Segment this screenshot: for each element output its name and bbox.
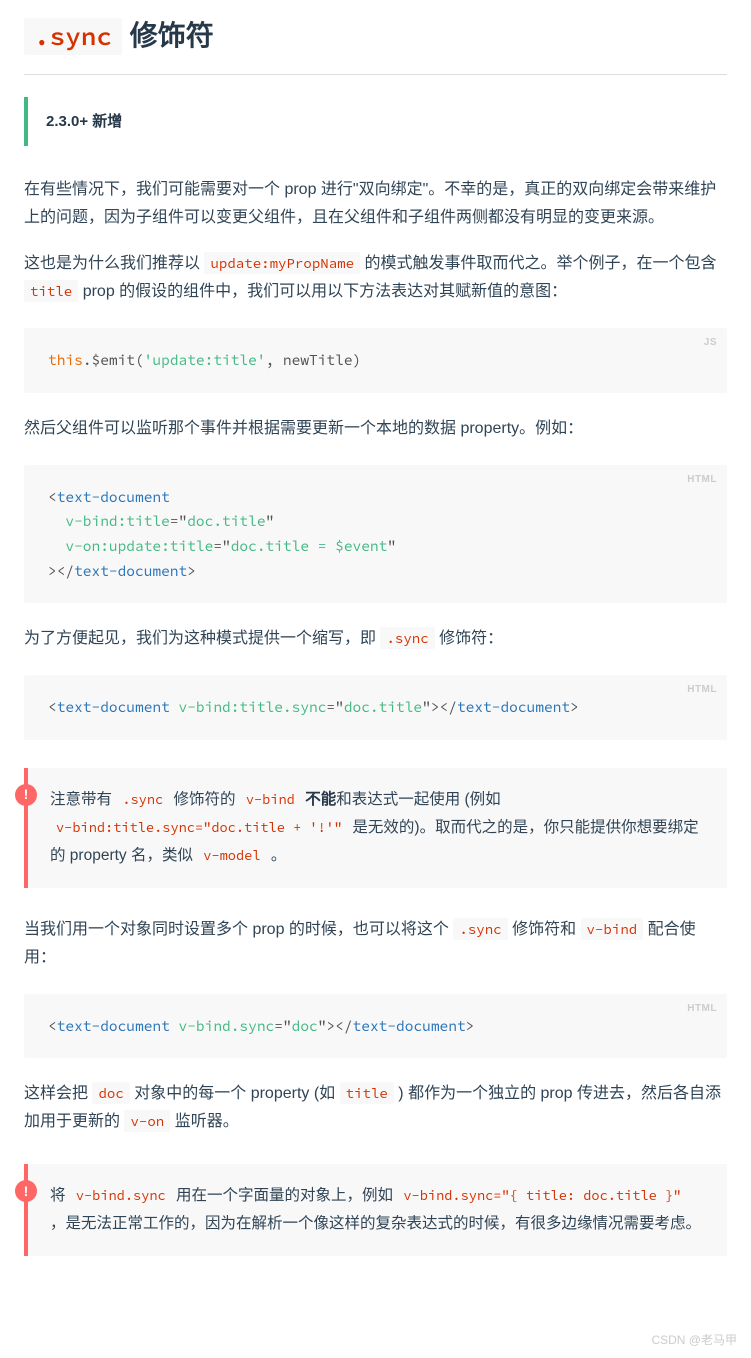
tok: < [48,1017,57,1035]
text: 修饰符： [435,630,503,647]
text: 的模式触发事件取而代之。举个例子，在一个包含 [360,255,716,272]
text: 修饰符的 [169,791,240,808]
paragraph-3: 然后父组件可以监听那个事件并根据需要更新一个本地的数据 property。例如： [24,415,727,443]
text: 修饰符和 [508,921,581,938]
text: 当我们用一个对象同时设置多个 prop 的时候，也可以将这个 [24,921,453,938]
inline-code: .sync [116,789,169,810]
tok: = [326,698,335,716]
tok: = [213,537,222,555]
inline-code: v-bind:title.sync="doc.title + '!'" [50,817,348,838]
inline-code: .sync [453,918,507,940]
warning-box-2: 将 v-bind.sync 用在一个字面量的对象上，例如 v-bind.sync… [24,1164,727,1256]
tok: .$emit( [83,351,144,369]
tok: = [274,1017,283,1035]
tok: > [187,562,196,580]
text: 监听器。 [170,1113,238,1130]
tok: ></ [48,562,74,580]
text: 对象中的每一个 property (如 [130,1085,340,1102]
text: 注意带有 [50,791,116,808]
tok: doc.title [187,512,265,530]
inline-code: title [340,1082,394,1104]
inline-code: v-bind [240,789,301,810]
tok: " [266,512,275,530]
tok: " [422,698,431,716]
inline-code: doc [92,1082,129,1104]
heading-code: .sync [24,18,122,55]
tok: " [222,537,231,555]
tok: text-document [74,562,187,580]
paragraph-4: 为了方便起见，我们为这种模式提供一个缩写，即 .sync 修饰符： [24,625,727,653]
tok: text-document [57,488,170,506]
lang-label: HTML [687,681,717,698]
tok: ></ [431,698,457,716]
tok: , newTitle) [266,351,362,369]
text: 将 [50,1187,70,1204]
tok: " [179,512,188,530]
bold-text: 不能 [305,791,336,808]
tok: v-bind:title.sync [179,698,327,716]
lang-label: JS [704,334,717,351]
tok: < [48,488,57,506]
text: ，是无法正常工作的，因为在解析一个像这样的复杂表达式的时候，有很多边缘情况需要考… [50,1215,701,1232]
tok: text-document [57,1017,170,1035]
version-note: 2.3.0+ 新增 [24,97,727,147]
warning-box-1: 注意带有 .sync 修饰符的 v-bind 不能和表达式一起使用 (例如 v-… [24,768,727,888]
tok: doc.title [344,698,422,716]
tok: " [283,1017,292,1035]
text: 这样会把 [24,1085,92,1102]
tok: v-on:update:title [65,537,213,555]
code-block-js: JS this.$emit('update:title', newTitle) [24,328,727,393]
tok: text-document [353,1017,466,1035]
inline-code: v-bind.sync [70,1185,172,1206]
inline-code: v-model [197,845,266,866]
tok: text-document [457,698,570,716]
text: 和表达式一起使用 (例如 [336,791,500,808]
tok: = [170,512,179,530]
tok: > [466,1017,475,1035]
tok: > [570,698,579,716]
tok: v-bind:title [65,512,169,530]
paragraph-1: 在有些情况下，我们可能需要对一个 prop 进行"双向绑定"。不幸的是，真正的双… [24,176,727,232]
text: 这也是为什么我们推荐以 [24,255,204,272]
text: prop 的假设的组件中，我们可以用以下方法表达对其赋新值的意图： [78,283,567,300]
inline-code: title [24,280,78,302]
tok: ></ [326,1017,352,1035]
tok: " [387,537,396,555]
content-container: .sync 修饰符 2.3.0+ 新增 在有些情况下，我们可能需要对一个 pro… [0,0,751,1324]
tok: text-document [57,698,170,716]
code-block-html-2: HTML<text-document v-bind:title.sync="do… [24,675,727,740]
text: 。 [267,847,287,864]
page-title: .sync 修饰符 [24,12,727,75]
heading-suffix: 修饰符 [122,20,214,51]
watermark: CSDN @老马甲 [0,1324,751,1358]
inline-code: v-bind.sync="{ title: doc.title }" [397,1185,687,1206]
paragraph-6: 这样会把 doc 对象中的每一个 property (如 title ) 都作为… [24,1080,727,1136]
tok [48,537,65,555]
tok: doc [292,1017,318,1035]
tok: this [48,351,83,369]
tok [170,698,179,716]
text: 为了方便起见，我们为这种模式提供一个缩写，即 [24,630,380,647]
lang-label: HTML [687,471,717,488]
inline-code: .sync [380,627,434,649]
tok: v-bind.sync [179,1017,275,1035]
text: 用在一个字面量的对象上，例如 [172,1187,398,1204]
inline-code: update:myPropName [204,252,360,274]
tok: < [48,698,57,716]
paragraph-2: 这也是为什么我们推荐以 update:myPropName 的模式触发事件取而代… [24,250,727,306]
code-block-html-3: HTML<text-document v-bind.sync="doc"></t… [24,994,727,1059]
tok [170,1017,179,1035]
code-block-html-1: HTML<text-document v-bind:title="doc.tit… [24,465,727,604]
inline-code: v-bind [581,918,644,940]
lang-label: HTML [687,1000,717,1017]
inline-code: v-on [124,1110,170,1132]
tok: " [335,698,344,716]
tok: 'update:title' [144,351,266,369]
paragraph-5: 当我们用一个对象同时设置多个 prop 的时候，也可以将这个 .sync 修饰符… [24,916,727,972]
tok: doc.title = $event [231,537,388,555]
tok [48,512,65,530]
